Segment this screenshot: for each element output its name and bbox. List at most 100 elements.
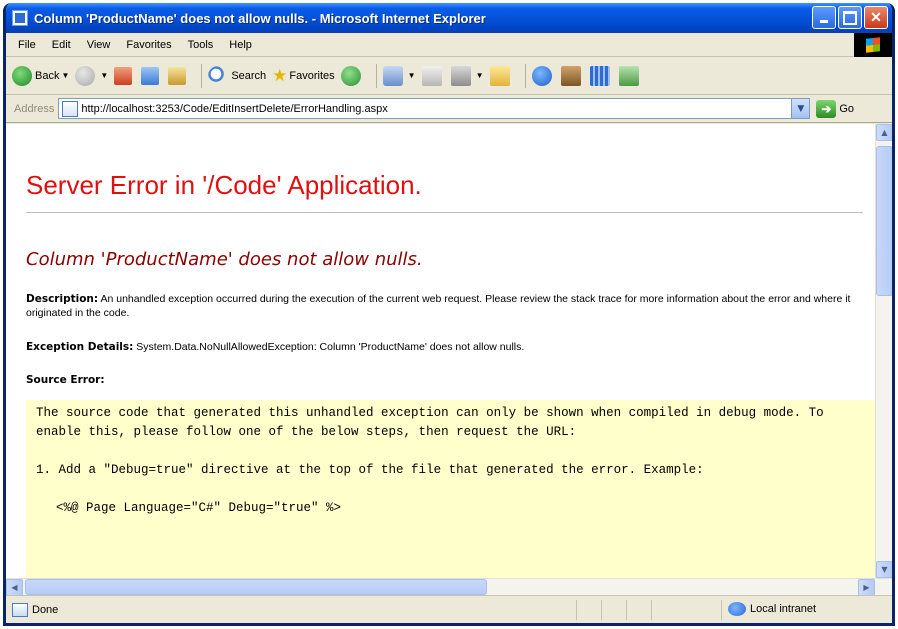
- ie-page-icon: [12, 10, 28, 26]
- stop-icon: [114, 66, 133, 85]
- search-button[interactable]: Search: [208, 65, 267, 86]
- minimize-button[interactable]: [812, 6, 836, 29]
- tool-icon: [560, 65, 581, 86]
- description: Description: An unhandled exception occu…: [26, 292, 851, 320]
- go-arrow-icon: ➔: [816, 99, 837, 118]
- vertical-scroll-thumb[interactable]: [876, 146, 892, 296]
- forward-button[interactable]: ▼: [75, 65, 108, 86]
- address-label: Address: [14, 102, 55, 115]
- print-button[interactable]: ▼: [450, 65, 484, 86]
- grid-icon: [589, 65, 610, 86]
- toolbar-separator: [524, 63, 526, 88]
- exception-label: Exception Details:: [26, 341, 134, 353]
- title-bar[interactable]: Column 'ProductName' does not allow null…: [6, 3, 892, 33]
- edit-button[interactable]: [489, 65, 513, 86]
- zone-label: Local intranet: [750, 603, 817, 615]
- scroll-left-icon[interactable]: ◀: [6, 579, 23, 596]
- home-icon: [168, 66, 187, 85]
- page-status-icon: [12, 602, 28, 617]
- menu-edit[interactable]: Edit: [52, 39, 71, 51]
- status-divider: [601, 600, 602, 620]
- window-title: Column 'ProductName' does not allow null…: [34, 10, 486, 26]
- menu-file[interactable]: File: [18, 39, 36, 51]
- source-error-label: Source Error:: [26, 374, 105, 386]
- exception-text: System.Data.NoNullAllowedException: Colu…: [136, 341, 525, 353]
- security-zone[interactable]: Local intranet: [728, 602, 816, 616]
- extension-button[interactable]: [618, 65, 642, 86]
- status-divider: [626, 600, 627, 620]
- address-dropdown-icon[interactable]: ▼: [791, 99, 810, 118]
- msn-icon: [531, 65, 552, 86]
- toolbar-separator: [375, 63, 377, 88]
- description-text: An unhandled exception occurred during t…: [26, 293, 851, 319]
- extension-icon: [618, 65, 639, 86]
- print-icon: [450, 65, 471, 86]
- browser-window: Column 'ProductName' does not allow null…: [3, 3, 895, 626]
- status-divider: [651, 600, 652, 620]
- toolbar-separator: [201, 63, 203, 88]
- intranet-icon: [728, 602, 746, 616]
- mail-button[interactable]: [421, 65, 445, 86]
- search-label: Search: [231, 69, 267, 82]
- print-dropdown-icon[interactable]: ▼: [476, 71, 484, 80]
- address-input[interactable]: http://localhost:3253/Code/EditInsertDel…: [58, 98, 811, 119]
- media-button[interactable]: [340, 65, 364, 86]
- refresh-icon: [141, 66, 160, 85]
- back-button[interactable]: Back ▼: [12, 65, 69, 86]
- scroll-right-icon[interactable]: ▶: [858, 579, 875, 596]
- forward-icon: [75, 65, 96, 86]
- exception-details: Exception Details: System.Data.NoNullAll…: [26, 340, 875, 354]
- menu-tools[interactable]: Tools: [188, 39, 214, 51]
- favorites-button[interactable]: ★ Favorites: [272, 66, 335, 86]
- search-icon: [208, 65, 229, 86]
- page-icon: [62, 100, 79, 117]
- history-dropdown-icon[interactable]: ▼: [408, 71, 416, 80]
- standard-toolbar: Back ▼ ▼ Search ★ Favorites ▼ ▼: [6, 57, 892, 95]
- menu-favorites[interactable]: Favorites: [126, 39, 171, 51]
- close-button[interactable]: ✕: [864, 6, 888, 29]
- favorites-label: Favorites: [289, 69, 335, 82]
- scroll-up-icon[interactable]: ▲: [876, 124, 892, 141]
- refresh-button[interactable]: [141, 66, 162, 85]
- favorites-icon: ★: [272, 65, 288, 85]
- address-bar: Address http://localhost:3253/Code/EditI…: [6, 95, 892, 123]
- media-icon: [340, 65, 361, 86]
- folder-icon: [489, 65, 510, 86]
- msn-button[interactable]: [531, 65, 555, 86]
- stop-button[interactable]: [114, 66, 135, 85]
- go-button[interactable]: ➔ Go: [816, 99, 855, 118]
- page-content: Server Error in '/Code' Application. Col…: [6, 124, 875, 578]
- grid-button[interactable]: [589, 65, 613, 86]
- tool-button[interactable]: [560, 65, 584, 86]
- maximize-button[interactable]: [838, 6, 862, 29]
- back-dropdown-icon[interactable]: ▼: [61, 71, 69, 80]
- status-divider: [721, 600, 722, 620]
- history-button[interactable]: ▼: [382, 65, 416, 86]
- menu-bar: File Edit View Favorites Tools Help: [6, 33, 892, 57]
- status-bar: Done Local intranet: [6, 595, 892, 623]
- error-title: Server Error in '/Code' Application.: [26, 170, 863, 213]
- scroll-down-icon[interactable]: ▼: [876, 561, 892, 578]
- history-icon: [382, 65, 403, 86]
- back-icon: [12, 65, 32, 86]
- code-paragraph-1: The source code that generated this unha…: [36, 406, 832, 439]
- status-divider: [576, 600, 577, 620]
- code-paragraph-2: 1. Add a "Debug=true" directive at the t…: [36, 463, 704, 477]
- windows-logo-icon: [854, 33, 892, 57]
- source-error-box: The source code that generated this unha…: [26, 400, 875, 578]
- error-subtitle: Column 'ProductName' does not allow null…: [26, 249, 423, 270]
- forward-dropdown-icon[interactable]: ▼: [100, 71, 108, 80]
- menu-view[interactable]: View: [87, 39, 111, 51]
- home-button[interactable]: [168, 66, 189, 85]
- go-label: Go: [839, 102, 855, 115]
- menu-help[interactable]: Help: [229, 39, 252, 51]
- status-text: Done: [32, 603, 59, 616]
- code-paragraph-3: <%@ Page Language="C#" Debug="true" %>: [56, 501, 342, 515]
- description-label: Description:: [26, 293, 99, 305]
- horizontal-scroll-thumb[interactable]: [25, 579, 487, 595]
- horizontal-scrollbar[interactable]: ◀ ▶: [6, 578, 892, 596]
- back-label: Back: [35, 69, 60, 82]
- vertical-scrollbar[interactable]: ▲ ▼: [875, 124, 892, 578]
- mail-icon: [421, 65, 442, 86]
- address-url[interactable]: http://localhost:3253/Code/EditInsertDel…: [81, 103, 387, 115]
